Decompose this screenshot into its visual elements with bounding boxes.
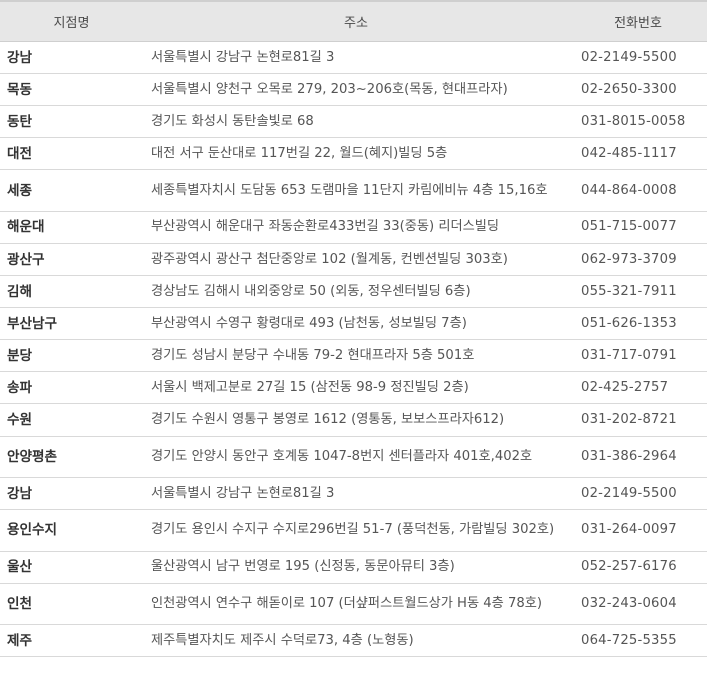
table-row: 김해 경상남도 김해시 내외중앙로 50 (외동, 정우센터빌딩 6층) 055…: [0, 275, 707, 309]
branch-name: 제주: [0, 624, 143, 658]
branch-address: 서울특별시 강남구 논현로81길 3: [143, 41, 569, 75]
branch-name: 용인수지: [0, 509, 143, 552]
branch-phone: 031-202-8721: [569, 403, 707, 437]
table-row: 광산구 광주광역시 광산구 첨단중앙로 102 (월계동, 컨벤션빌딩 303호…: [0, 243, 707, 277]
header-phone: 전화번호: [569, 0, 707, 42]
branch-name: 분당: [0, 339, 143, 373]
branch-phone: 044-864-0008: [569, 169, 707, 212]
branch-name: 수원: [0, 403, 143, 437]
table-row: 수원 경기도 수원시 영통구 봉영로 1612 (영통동, 보보스프라자612)…: [0, 403, 707, 437]
branch-phone: 055-321-7911: [569, 275, 707, 309]
table-row: 목동 서울특별시 양천구 오목로 279, 203~206호(목동, 현대프라자…: [0, 73, 707, 107]
table-row: 해운대 부산광역시 해운대구 좌동순환로433번길 33(중동) 리더스빌딩 0…: [0, 211, 707, 244]
branch-phone: 051-715-0077: [569, 211, 707, 244]
branch-phone: 051-626-1353: [569, 307, 707, 341]
table-row: 분당 경기도 성남시 분당구 수내동 79-2 현대프라자 5층 501호 03…: [0, 339, 707, 373]
table-body: 강남 서울특별시 강남구 논현로81길 3 02-2149-5500 목동 서울…: [0, 41, 707, 658]
branch-phone: 02-2149-5500: [569, 41, 707, 75]
branch-name: 강남: [0, 41, 143, 75]
branch-address: 광주광역시 광산구 첨단중앙로 102 (월계동, 컨벤션빌딩 303호): [143, 243, 569, 277]
branch-address: 경기도 안양시 동안구 호계동 1047-8번지 센터플라자 401호,402호: [143, 436, 569, 479]
table-row: 제주 제주특별자치도 제주시 수덕로73, 4층 (노형동) 064-725-5…: [0, 624, 707, 658]
branch-name: 안양평촌: [0, 436, 143, 479]
branch-phone: 032-243-0604: [569, 583, 707, 626]
branch-phone: 042-485-1117: [569, 137, 707, 171]
branch-name: 동탄: [0, 105, 143, 139]
table-row: 강남 서울특별시 강남구 논현로81길 3 02-2149-5500: [0, 41, 707, 75]
table-row: 세종 세종특별자치시 도담동 653 도램마을 11단지 카림에비뉴 4층 15…: [0, 169, 707, 212]
branch-table: 지점명 주소 전화번호 강남 서울특별시 강남구 논현로81길 3 02-214…: [0, 0, 707, 658]
branch-phone: 02-2650-3300: [569, 73, 707, 107]
branch-phone: 052-257-6176: [569, 551, 707, 584]
header-address: 주소: [143, 0, 569, 42]
branch-address: 대전 서구 둔산대로 117번길 22, 월드(혜지)빌딩 5층: [143, 137, 569, 171]
branch-address: 서울특별시 양천구 오목로 279, 203~206호(목동, 현대프라자): [143, 73, 569, 107]
table-row: 동탄 경기도 화성시 동탄솔빛로 68 031-8015-0058: [0, 105, 707, 139]
table-header: 지점명 주소 전화번호: [0, 0, 707, 42]
table-row: 강남 서울특별시 강남구 논현로81길 3 02-2149-5500: [0, 477, 707, 511]
table-row: 인천 인천광역시 연수구 해돋이로 107 (더샾퍼스트월드상가 H동 4층 7…: [0, 583, 707, 626]
branch-name: 광산구: [0, 243, 143, 277]
branch-name: 울산: [0, 551, 143, 584]
branch-address: 부산광역시 수영구 황령대로 493 (남천동, 성보빌딩 7층): [143, 307, 569, 341]
header-branch-name: 지점명: [0, 0, 143, 42]
table-row: 용인수지 경기도 용인시 수지구 수지로296번길 51-7 (풍덕천동, 가람…: [0, 509, 707, 552]
branch-phone: 031-717-0791: [569, 339, 707, 373]
branch-phone: 031-386-2964: [569, 436, 707, 479]
branch-phone: 031-264-0097: [569, 509, 707, 552]
branch-name: 부산남구: [0, 307, 143, 341]
table-row: 안양평촌 경기도 안양시 동안구 호계동 1047-8번지 센터플라자 401호…: [0, 436, 707, 479]
branch-address: 세종특별자치시 도담동 653 도램마을 11단지 카림에비뉴 4층 15,16…: [143, 169, 569, 212]
branch-address: 서울시 백제고분로 27길 15 (삼전동 98-9 정진빌딩 2층): [143, 371, 569, 405]
branch-name: 해운대: [0, 211, 143, 244]
branch-address: 경기도 화성시 동탄솔빛로 68: [143, 105, 569, 139]
branch-name: 송파: [0, 371, 143, 405]
branch-phone: 02-425-2757: [569, 371, 707, 405]
branch-address: 서울특별시 강남구 논현로81길 3: [143, 477, 569, 511]
branch-address: 경상남도 김해시 내외중앙로 50 (외동, 정우센터빌딩 6층): [143, 275, 569, 309]
table-row: 대전 대전 서구 둔산대로 117번길 22, 월드(혜지)빌딩 5층 042-…: [0, 137, 707, 171]
header-row: 지점명 주소 전화번호: [0, 0, 707, 42]
branch-phone: 02-2149-5500: [569, 477, 707, 511]
branch-phone: 064-725-5355: [569, 624, 707, 658]
table-row: 송파 서울시 백제고분로 27길 15 (삼전동 98-9 정진빌딩 2층) 0…: [0, 371, 707, 405]
branch-name: 인천: [0, 583, 143, 626]
branch-name: 강남: [0, 477, 143, 511]
branch-address: 경기도 용인시 수지구 수지로296번길 51-7 (풍덕천동, 가람빌딩 30…: [143, 509, 569, 552]
branch-address: 부산광역시 해운대구 좌동순환로433번길 33(중동) 리더스빌딩: [143, 211, 569, 244]
table-row: 울산 울산광역시 남구 번영로 195 (신정동, 동문아뮤티 3층) 052-…: [0, 551, 707, 584]
branch-name: 세종: [0, 169, 143, 212]
branch-address: 울산광역시 남구 번영로 195 (신정동, 동문아뮤티 3층): [143, 551, 569, 584]
branch-name: 김해: [0, 275, 143, 309]
branch-phone: 062-973-3709: [569, 243, 707, 277]
branch-name: 대전: [0, 137, 143, 171]
branch-name: 목동: [0, 73, 143, 107]
branch-address: 인천광역시 연수구 해돋이로 107 (더샾퍼스트월드상가 H동 4층 78호): [143, 583, 569, 626]
branch-address: 제주특별자치도 제주시 수덕로73, 4층 (노형동): [143, 624, 569, 658]
branch-phone: 031-8015-0058: [569, 105, 707, 139]
table-row: 부산남구 부산광역시 수영구 황령대로 493 (남천동, 성보빌딩 7층) 0…: [0, 307, 707, 341]
branch-address: 경기도 성남시 분당구 수내동 79-2 현대프라자 5층 501호: [143, 339, 569, 373]
branch-address: 경기도 수원시 영통구 봉영로 1612 (영통동, 보보스프라자612): [143, 403, 569, 437]
